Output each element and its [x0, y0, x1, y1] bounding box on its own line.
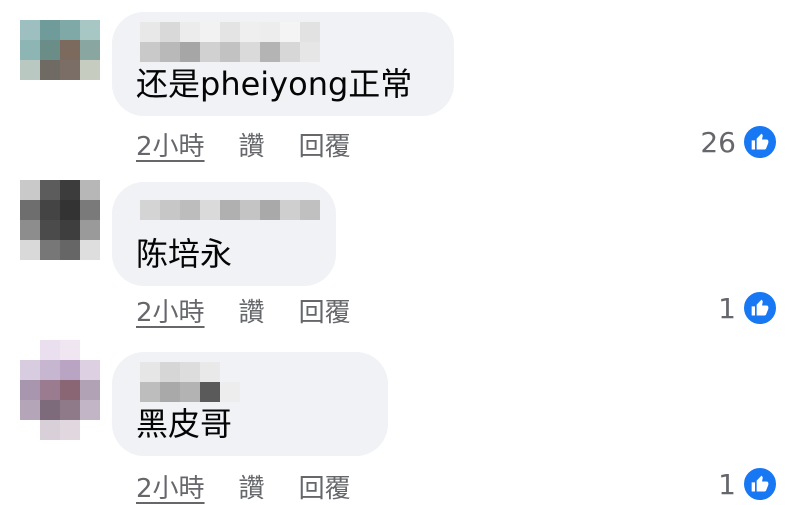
comment-text: 黑皮哥 [136, 405, 233, 443]
reaction-count: 1 [718, 467, 736, 501]
commenter-name-blurred-row2 [140, 42, 320, 62]
like-button[interactable]: 讚 [239, 126, 265, 163]
reply-button[interactable]: 回覆 [299, 126, 351, 163]
avatar[interactable] [20, 180, 100, 260]
commenter-name-blurred[interactable] [140, 22, 320, 42]
reaction-summary[interactable]: 1 [718, 290, 778, 326]
reply-button[interactable]: 回覆 [299, 292, 351, 329]
like-icon [742, 290, 778, 326]
comment-actions: 2小時 讚 回覆 [136, 468, 351, 504]
comment-time-link[interactable]: 2小時 [136, 292, 205, 329]
comment-text: 陈培永 [136, 235, 233, 273]
comment-bubble: 黑皮哥 [112, 352, 388, 456]
commenter-name-blurred[interactable] [140, 362, 220, 382]
reaction-count: 26 [700, 125, 736, 159]
comment-text: 还是pheiyong正常 [136, 65, 413, 103]
like-button[interactable]: 讚 [239, 292, 265, 329]
comment-bubble: 陈培永 [112, 182, 336, 286]
comment-time-link[interactable]: 2小時 [136, 468, 205, 505]
comment-bubble: 还是pheiyong正常 [112, 12, 454, 116]
reaction-summary[interactable]: 26 [700, 124, 778, 160]
reaction-count: 1 [718, 291, 736, 325]
commenter-name-blurred[interactable] [140, 200, 320, 220]
avatar[interactable] [20, 340, 100, 440]
like-icon [742, 124, 778, 160]
comment-actions: 2小時 讚 回覆 [136, 292, 351, 328]
like-button[interactable]: 讚 [239, 468, 265, 505]
comment-time-link[interactable]: 2小時 [136, 126, 205, 163]
commenter-name-blurred-row2 [140, 382, 240, 402]
like-icon [742, 466, 778, 502]
avatar[interactable] [20, 20, 100, 100]
comment-actions: 2小時 讚 回覆 [136, 126, 351, 162]
reaction-summary[interactable]: 1 [718, 466, 778, 502]
reply-button[interactable]: 回覆 [299, 468, 351, 505]
